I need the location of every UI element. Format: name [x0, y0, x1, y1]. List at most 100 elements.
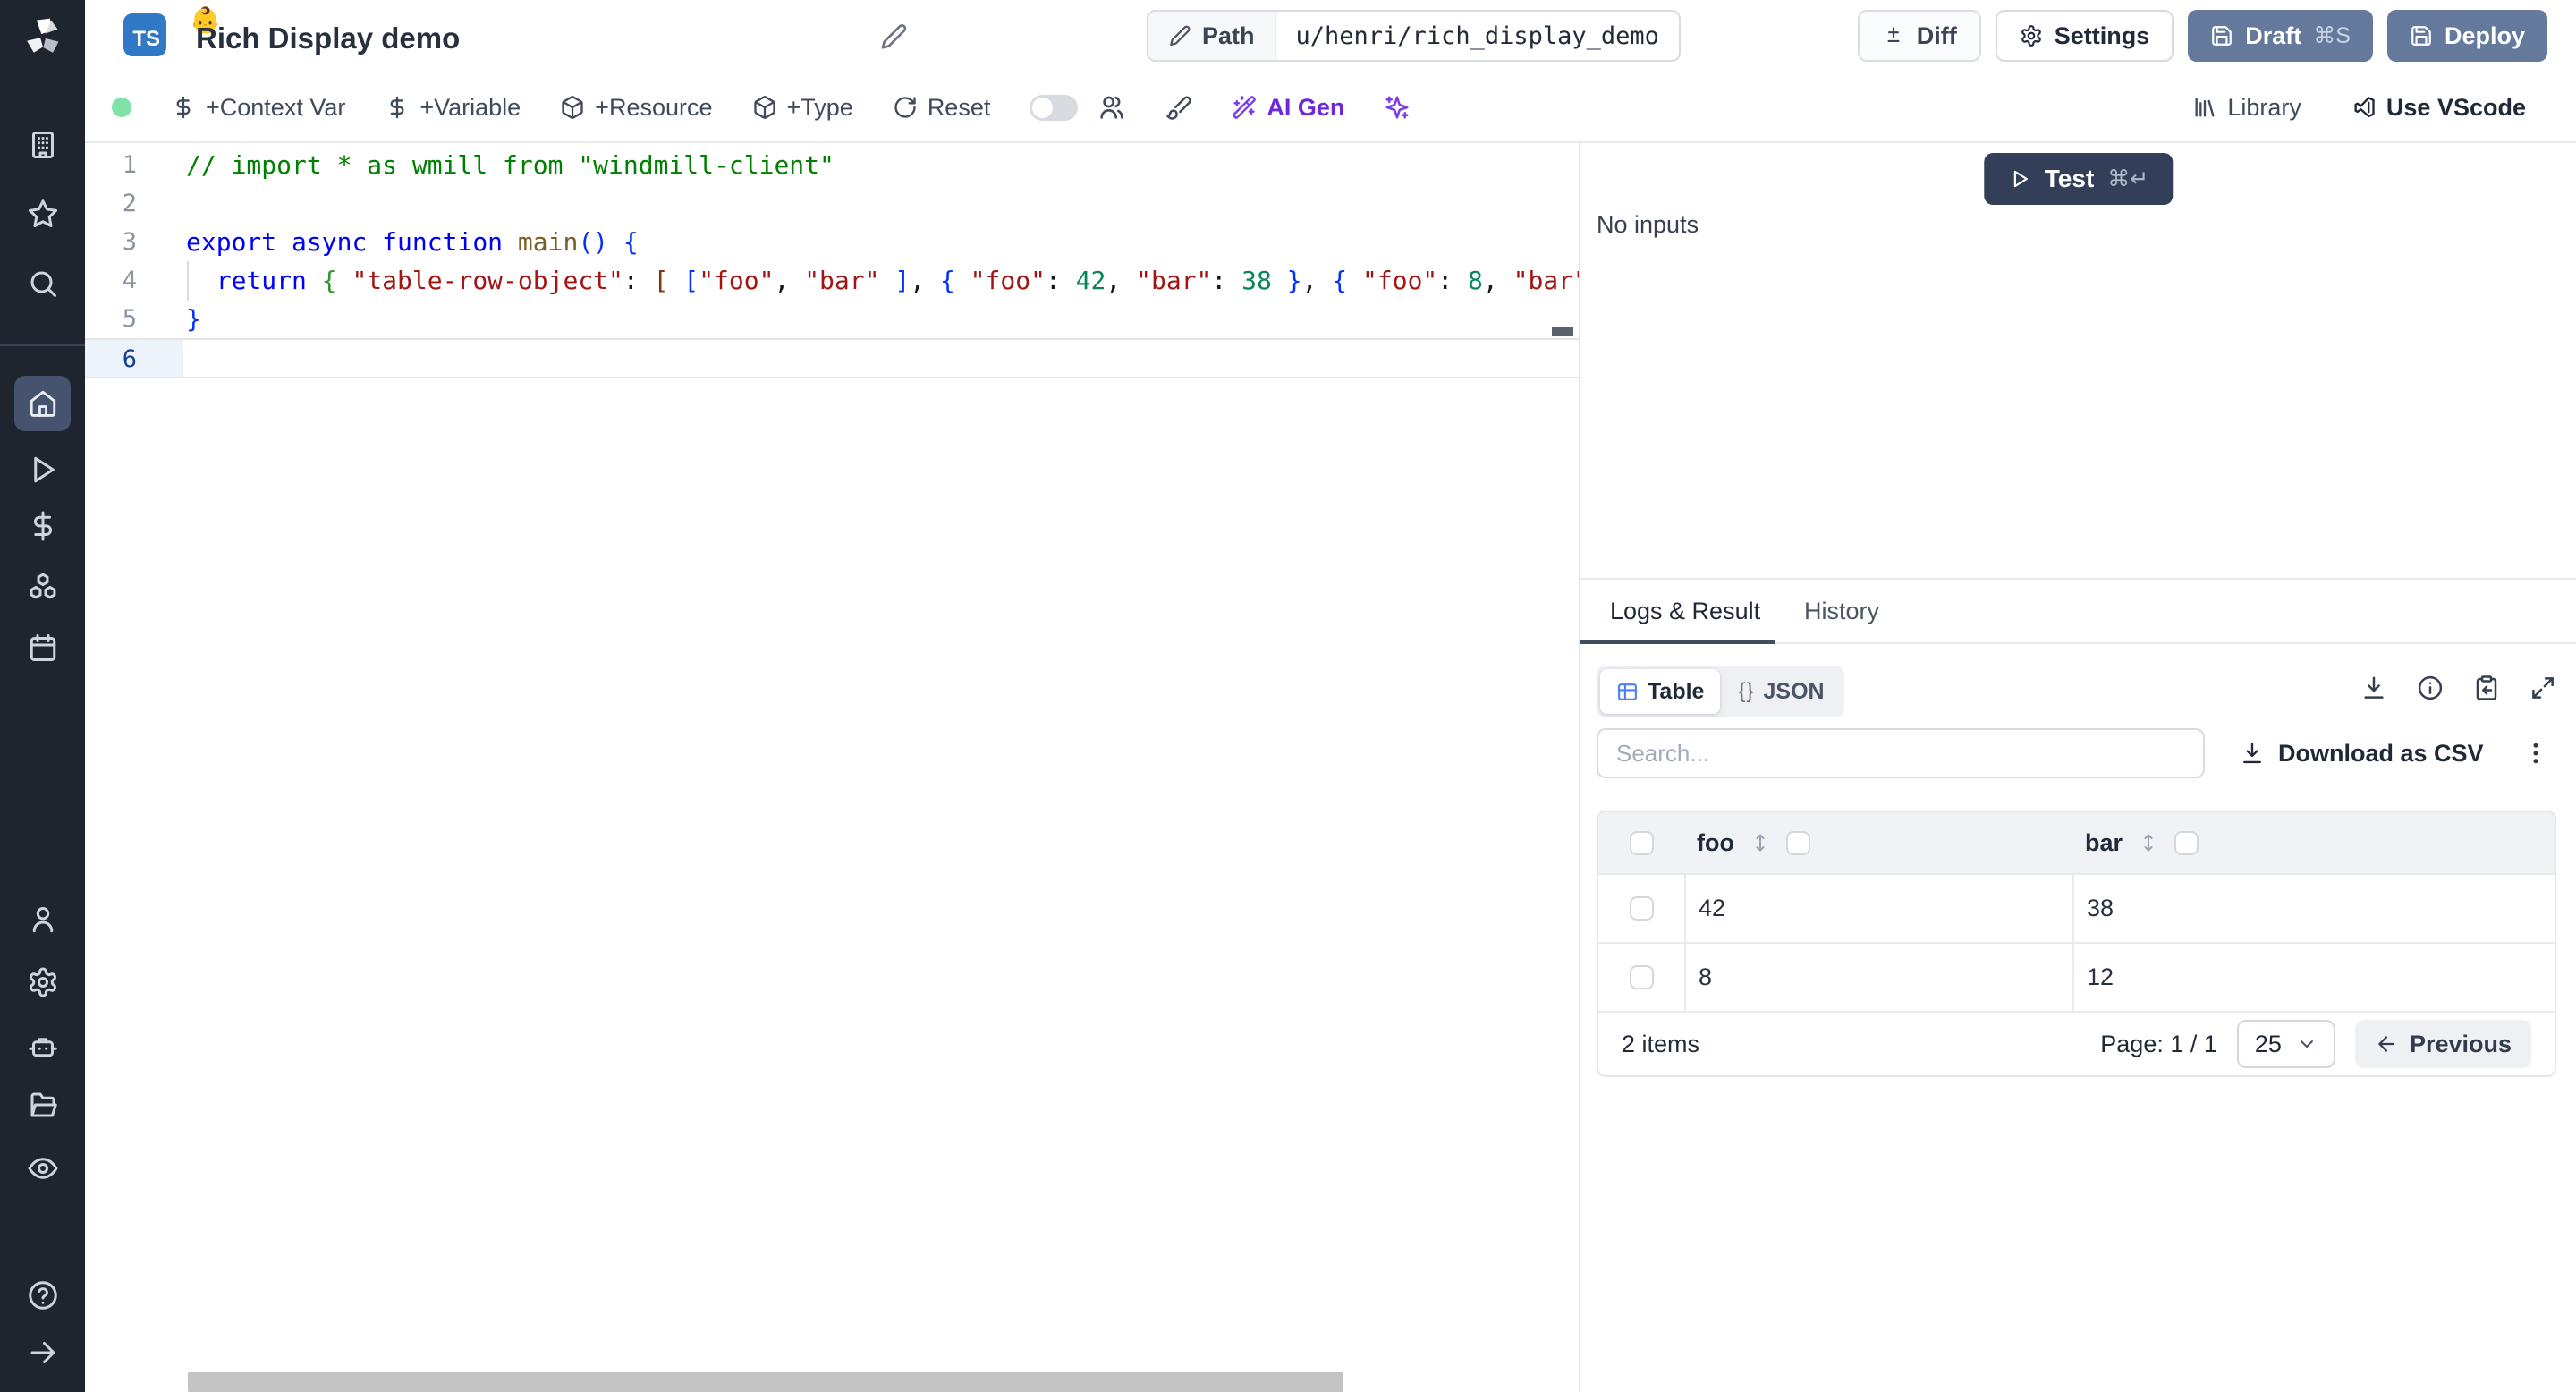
- arrow-left-icon: [2375, 1032, 2398, 1056]
- table-icon: [1616, 681, 1639, 703]
- path-label: Path: [1202, 22, 1255, 50]
- sparkles-button[interactable]: [1384, 94, 1411, 121]
- code-editor[interactable]: 1// import * as wmill from "windmill-cli…: [85, 143, 1579, 1392]
- code-line[interactable]: 3export async function main() {: [85, 223, 1579, 261]
- plus-minus-icon: [1882, 24, 1905, 47]
- view-table-label: Table: [1648, 679, 1704, 705]
- download-csv-label: Download as CSV: [2278, 740, 2484, 768]
- line-number: 1: [85, 146, 183, 184]
- settings-gear-icon[interactable]: [27, 966, 59, 998]
- table-search-input[interactable]: [1597, 728, 2205, 778]
- diff-button[interactable]: Diff: [1858, 10, 1981, 62]
- page-size-select[interactable]: 25: [2237, 1020, 2335, 1068]
- download-icon[interactable]: [2360, 675, 2387, 701]
- home-icon: [28, 388, 58, 419]
- audit-eye-icon[interactable]: [27, 1152, 59, 1184]
- use-vscode-button[interactable]: Use VScode: [2351, 94, 2526, 122]
- view-table-segment[interactable]: Table: [1600, 669, 1720, 714]
- clipboard-copy-icon[interactable]: [2473, 675, 2500, 701]
- previous-label: Previous: [2410, 1031, 2512, 1058]
- runs-play-icon[interactable]: [27, 454, 59, 486]
- table-menu-kebab-icon[interactable]: [2521, 737, 2551, 769]
- draft-shortcut: ⌘S: [2313, 22, 2351, 49]
- download-csv-button[interactable]: Download as CSV: [2240, 728, 2484, 778]
- windmill-logo[interactable]: [21, 14, 65, 59]
- diff-button-label: Diff: [1917, 22, 1957, 50]
- favorites-star-icon[interactable]: [27, 198, 59, 230]
- path-label-segment: Path: [1148, 12, 1276, 60]
- code-line[interactable]: 1// import * as wmill from "windmill-cli…: [85, 146, 1579, 184]
- folders-icon[interactable]: [27, 1089, 59, 1121]
- format-brush-button[interactable]: [1165, 94, 1192, 121]
- line-number: 4: [85, 261, 183, 300]
- tab-logs-result[interactable]: Logs & Result: [1610, 580, 1760, 642]
- cell-foo: 8: [1684, 944, 2072, 1011]
- tab-history[interactable]: History: [1804, 580, 1879, 642]
- column-filter-checkbox-foo[interactable]: [1786, 831, 1810, 855]
- test-button[interactable]: Test ⌘↵: [1984, 153, 2173, 205]
- column-filter-checkbox-bar[interactable]: [2174, 831, 2199, 855]
- workspace-icon[interactable]: [27, 129, 59, 161]
- library-icon: [2192, 95, 2217, 120]
- test-shortcut: ⌘↵: [2107, 166, 2148, 192]
- schedules-calendar-icon[interactable]: [27, 632, 59, 664]
- download-icon: [2240, 741, 2265, 766]
- variables-dollar-icon[interactable]: [27, 510, 59, 542]
- select-all-checkbox[interactable]: [1630, 831, 1654, 855]
- gear-icon: [2020, 24, 2043, 47]
- ai-gen-label: AI Gen: [1267, 94, 1344, 122]
- sort-icon[interactable]: [1750, 832, 1771, 853]
- result-table: foo bar 4238812 2 items Page: 1 / 1 25: [1597, 811, 2556, 1077]
- pagination-controls: Page: 1 / 1 25 Previous: [2100, 1020, 2531, 1068]
- add-type-label: +Type: [787, 94, 853, 122]
- edit-summary-pencil-icon[interactable]: [879, 22, 908, 51]
- ai-gen-button[interactable]: AI Gen: [1232, 94, 1344, 122]
- brush-icon: [1165, 94, 1192, 121]
- draft-button[interactable]: Draft ⌘S: [2188, 10, 2373, 62]
- resources-boxes-icon[interactable]: [27, 571, 59, 603]
- expand-icon[interactable]: [2529, 675, 2556, 701]
- code-line[interactable]: 5}: [85, 300, 1579, 338]
- run-result-panel: Test ⌘↵ No inputs Logs & Result History …: [1580, 143, 2576, 1392]
- toolbar-right-group: Library Use VScode: [2192, 94, 2526, 122]
- script-path-field[interactable]: Path u/henri/rich_display_demo: [1147, 10, 1681, 62]
- overview-ruler-mark: [1552, 327, 1573, 336]
- row-checkbox[interactable]: [1630, 896, 1654, 921]
- sidebar-divider: [0, 344, 85, 346]
- row-checkbox[interactable]: [1630, 965, 1654, 989]
- column-header-foo: foo: [1684, 829, 2072, 857]
- search-icon[interactable]: [27, 267, 59, 300]
- code-line[interactable]: 6: [85, 338, 1579, 378]
- add-variable-label: +Variable: [419, 94, 521, 122]
- workers-robot-icon[interactable]: [27, 1031, 59, 1063]
- code-line[interactable]: 4 return { "table-row-object": [ ["foo",…: [85, 261, 1579, 300]
- multiplayer-toggle-group: [1030, 93, 1126, 122]
- use-vscode-label: Use VScode: [2386, 94, 2526, 122]
- view-json-segment[interactable]: {} JSON: [1722, 669, 1840, 714]
- sort-icon[interactable]: [2138, 832, 2159, 853]
- sidebar-item-home[interactable]: [14, 376, 71, 431]
- user-icon[interactable]: [27, 904, 59, 936]
- info-icon[interactable]: [2417, 675, 2444, 701]
- page-indicator: Page: 1 / 1: [2100, 1031, 2217, 1058]
- library-button[interactable]: Library: [2192, 94, 2301, 122]
- previous-page-button[interactable]: Previous: [2355, 1020, 2531, 1068]
- multiplayer-toggle[interactable]: [1030, 95, 1078, 121]
- help-icon[interactable]: [27, 1279, 59, 1311]
- add-context-var-button[interactable]: +Context Var: [171, 94, 345, 122]
- code-line[interactable]: 2: [85, 184, 1579, 223]
- package-icon: [752, 95, 777, 120]
- deploy-button[interactable]: Deploy: [2387, 10, 2547, 62]
- add-variable-button[interactable]: +Variable: [385, 94, 521, 122]
- reset-button[interactable]: Reset: [893, 94, 991, 122]
- add-type-button[interactable]: +Type: [752, 94, 853, 122]
- indent-guide: [187, 261, 189, 301]
- settings-button[interactable]: Settings: [1996, 10, 2174, 62]
- users-icon: [1097, 93, 1126, 122]
- code-lines: 1// import * as wmill from "windmill-cli…: [85, 146, 1579, 378]
- add-resource-button[interactable]: +Resource: [560, 94, 712, 122]
- page-title: Rich Display demo: [196, 21, 460, 55]
- horizontal-scrollbar[interactable]: [188, 1372, 1343, 1392]
- expand-sidebar-arrow-icon[interactable]: [27, 1337, 59, 1369]
- draft-button-label: Draft: [2245, 22, 2301, 50]
